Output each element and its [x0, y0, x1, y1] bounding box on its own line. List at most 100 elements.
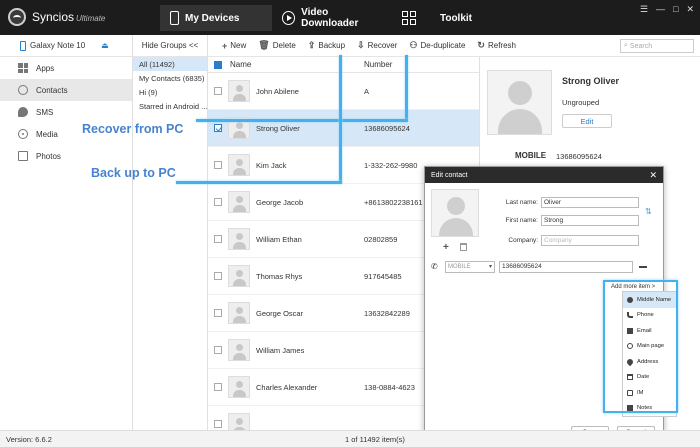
edit-button[interactable]: Edit — [562, 114, 612, 128]
contact-number: 138-0884-4623 — [364, 382, 415, 392]
sidebar-item-contacts[interactable]: Contacts — [0, 79, 132, 101]
company-label: Company: — [508, 237, 538, 244]
tab-toolkit[interactable]: Toolkit — [392, 5, 482, 31]
contact-name: Strong Oliver — [256, 123, 300, 133]
add-photo-icon[interactable]: + — [443, 242, 449, 253]
row-checkbox[interactable] — [214, 420, 222, 428]
new-button[interactable]: + New — [222, 41, 246, 51]
contact-number: 13686095624 — [364, 123, 410, 133]
first-name-field[interactable]: Strong — [541, 215, 639, 226]
search-input[interactable]: ⌕ Search — [620, 39, 694, 53]
backup-label: Backup — [318, 41, 346, 50]
avatar — [228, 413, 250, 430]
row-checkbox[interactable] — [214, 87, 222, 95]
contact-number: +8613802238161 — [364, 197, 423, 207]
new-label: New — [230, 41, 247, 50]
contacts-icon — [18, 85, 28, 95]
sidebar-item-label: Photos — [36, 151, 61, 161]
row-checkbox[interactable] — [214, 272, 222, 280]
row-checkbox[interactable] — [214, 346, 222, 354]
deduplicate-label: De-duplicate — [420, 41, 466, 50]
refresh-icon: ↻ — [477, 40, 485, 50]
recover-button[interactable]: ⇩ Recover — [357, 40, 397, 51]
close-icon[interactable]: ✕ — [649, 170, 657, 181]
hide-groups-button[interactable]: Hide Groups << — [133, 35, 207, 57]
maximize-icon[interactable]: □ — [673, 4, 678, 15]
contact-name: Kim Jack — [256, 160, 287, 170]
first-name-label: First name: — [505, 217, 538, 224]
add-more-highlight-frame — [603, 280, 678, 413]
sidebar-item-apps[interactable]: Apps — [0, 57, 132, 79]
group-item-my-contacts[interactable]: My Contacts (6835) — [133, 71, 207, 85]
app-logo: Syncios Ultimate — [8, 8, 105, 26]
avatar — [228, 302, 250, 324]
toolbar: + New 🗑 Delete ⇪ Backup ⇩ Recover ⚇ De-duplic… — [208, 35, 700, 57]
toolkit-grid-icon — [402, 11, 416, 25]
media-icon — [18, 129, 28, 139]
last-name-field[interactable]: Oliver — [541, 197, 639, 208]
contact-name: William James — [256, 345, 305, 355]
refresh-button[interactable]: ↻ Refresh — [477, 40, 516, 51]
group-item-starred[interactable]: Starred in Android ... — [133, 99, 207, 113]
play-icon — [282, 11, 296, 25]
minimize-icon[interactable]: — — [656, 4, 665, 15]
detail-group: Ungrouped — [562, 98, 600, 107]
swap-icon[interactable]: ⇅ — [645, 207, 652, 216]
device-selector[interactable]: Galaxy Note 10 ⏏ — [0, 35, 132, 57]
tab-video-downloader[interactable]: Video Downloader — [272, 5, 392, 31]
backup-button[interactable]: ⇪ Backup — [308, 40, 345, 51]
recover-label: Recover — [367, 41, 398, 50]
avatar — [228, 228, 250, 250]
sidebar-item-label: Contacts — [36, 85, 68, 95]
group-item-all[interactable]: All (11492) — [133, 57, 207, 71]
sidebar-item-sms[interactable]: SMS — [0, 101, 132, 123]
phone-icon — [170, 11, 179, 25]
column-header-name[interactable]: Name — [228, 60, 364, 69]
row-checkbox[interactable] — [214, 383, 222, 391]
row-checkbox[interactable] — [214, 161, 222, 169]
row-checkbox[interactable] — [214, 235, 222, 243]
row-checkbox[interactable] — [214, 198, 222, 206]
contact-number: 02802859 — [364, 234, 398, 244]
plus-icon: + — [222, 40, 228, 51]
backup-callout-line — [339, 55, 342, 183]
phone-icon: ✆ — [431, 262, 438, 271]
company-field[interactable]: Company — [541, 235, 639, 246]
table-row[interactable]: John Abilene A — [208, 73, 479, 110]
menu-icon[interactable]: ☰ — [640, 4, 648, 15]
phone-field[interactable]: 13686095624 — [499, 261, 633, 273]
sidebar-item-photos[interactable]: Photos — [0, 145, 132, 167]
backup-callout-label: Back up to PC — [91, 166, 176, 180]
select-all-checkbox[interactable] — [214, 60, 222, 69]
recover-callout-line — [196, 119, 408, 122]
group-item-hi[interactable]: Hi (9) — [133, 85, 207, 99]
deduplicate-icon: ⚇ — [409, 40, 418, 50]
phone-type-select[interactable]: MOBILE — [445, 261, 495, 273]
tab-my-devices[interactable]: My Devices — [160, 5, 272, 31]
status-bar: Version: 6.6.2 1 of 11492 item(s) — [0, 430, 700, 447]
avatar[interactable] — [431, 189, 479, 237]
avatar — [228, 80, 250, 102]
remove-phone-icon[interactable] — [639, 266, 647, 268]
detail-phone: 13686095624 — [556, 152, 602, 161]
deduplicate-button[interactable]: ⚇ De-duplicate — [409, 40, 465, 51]
row-checkbox[interactable] — [214, 124, 222, 132]
close-icon[interactable]: ✕ — [686, 4, 694, 15]
trash-icon[interactable] — [460, 243, 467, 251]
row-checkbox[interactable] — [214, 309, 222, 317]
apps-icon — [18, 63, 28, 73]
list-header: Name Number — [208, 57, 479, 73]
avatar — [228, 265, 250, 287]
table-row[interactable]: Strong Oliver 13686095624 — [208, 110, 479, 147]
contact-name: George Oscar — [256, 308, 304, 318]
column-header-number[interactable]: Number — [364, 60, 392, 69]
eject-icon[interactable]: ⏏ — [101, 41, 109, 50]
backup-icon: ⇪ — [307, 40, 316, 50]
delete-button[interactable]: 🗑 Delete — [258, 40, 296, 51]
window-controls: ☰ — □ ✕ — [640, 4, 694, 15]
contact-number: 1-332-262-9980 — [364, 160, 418, 170]
contact-name: William Ethan — [256, 234, 302, 244]
avatar — [487, 70, 552, 135]
contact-name: Thomas Rhys — [256, 271, 303, 281]
backup-callout-line — [176, 181, 342, 184]
